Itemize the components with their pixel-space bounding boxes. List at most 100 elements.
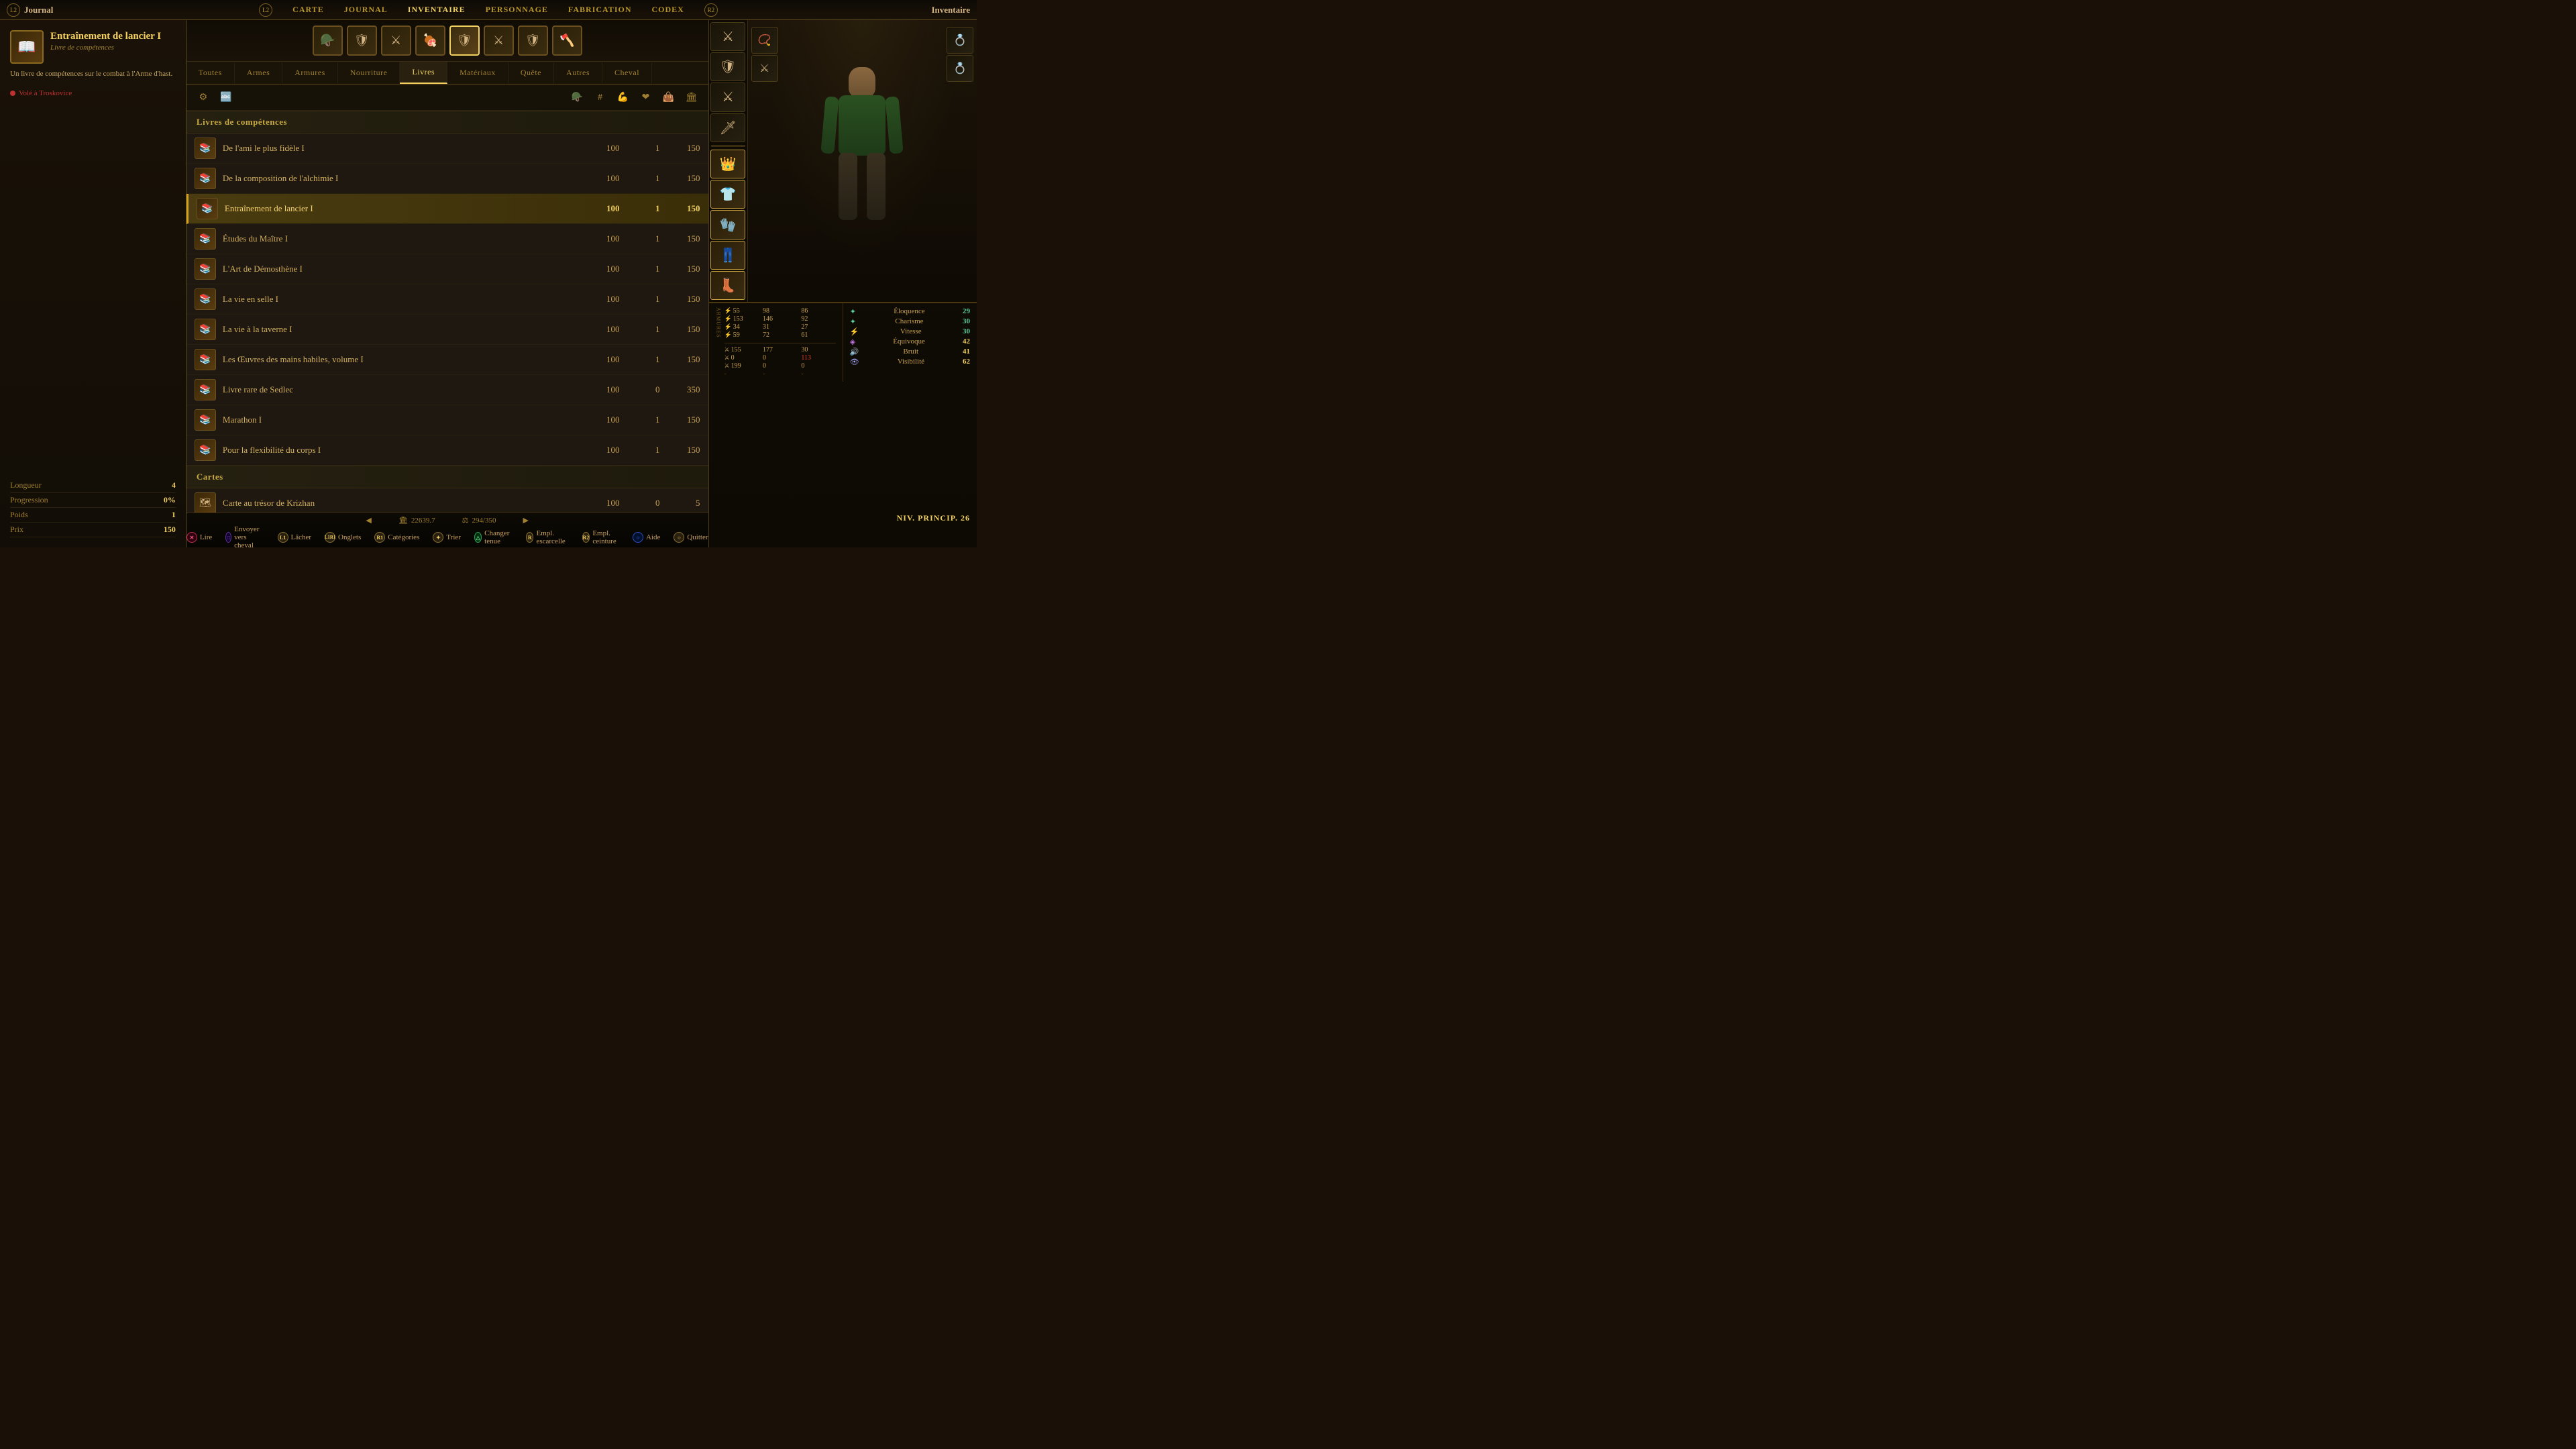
- right-panel-top: ⚔ 🛡 ⚔ 🗡 👑 👕 🧤 👖 👢: [709, 20, 977, 302]
- equip-slot-ring1[interactable]: 💍: [947, 27, 973, 54]
- action-categories[interactable]: R1 Catégories: [374, 532, 419, 543]
- table-row[interactable]: 📚 La vie à la taverne I 100 1 150: [186, 315, 708, 345]
- cat-shield-2[interactable]: 🛡: [449, 25, 480, 56]
- cat-helmet[interactable]: 🪖: [313, 25, 343, 56]
- table-row[interactable]: 📚 Pour la flexibilité du corps I 100 1 1…: [186, 435, 708, 466]
- top-bar-right: Inventaire: [931, 5, 970, 15]
- tab-armes[interactable]: Armes: [235, 62, 283, 83]
- table-row[interactable]: 📚 De la composition de l'alchimie I 100 …: [186, 164, 708, 194]
- sort-hash-icon[interactable]: #: [590, 89, 610, 106]
- equip-slot-hands[interactable]: 🧤: [710, 210, 745, 239]
- item-icon-2: 📚: [197, 198, 218, 219]
- item-icon: 📖: [10, 30, 44, 64]
- weight-icon: ⚖: [462, 516, 469, 525]
- table-row[interactable]: 📚 L'Art de Démosthène I 100 1 150: [186, 254, 708, 284]
- nav-fabrication[interactable]: FABRICATION: [568, 5, 632, 15]
- table-row[interactable]: 📚 Marathon I 100 1 150: [186, 405, 708, 435]
- attr-eloquence: ✦ Éloquence 29: [850, 307, 970, 316]
- cat-armor[interactable]: ⚔: [381, 25, 411, 56]
- armor-stats-panel: ARMURES ⚡55 98 86 ⚡153 146 92 ⚡34 31 27: [709, 303, 843, 382]
- equip-slot-0[interactable]: ⚔: [710, 22, 745, 51]
- quitter-button: ○: [674, 532, 684, 543]
- weapon-v2-r2: 0: [763, 354, 797, 362]
- equip-slot-neck[interactable]: 📿: [751, 27, 778, 54]
- equip-slot-legs[interactable]: 👖: [710, 241, 745, 270]
- action-escarcelle[interactable]: R Empl. escarcelle: [526, 529, 568, 545]
- tab-nourriture[interactable]: Nourriture: [338, 62, 400, 83]
- item-icon-3: 📚: [195, 228, 216, 250]
- equip-slot-ring2[interactable]: 💍: [947, 55, 973, 82]
- action-onglets[interactable]: L1R1 Onglets: [325, 532, 361, 543]
- location-dot: [10, 91, 15, 96]
- sort-helmet-icon[interactable]: 🪖: [568, 89, 588, 106]
- armor-v2-r3: 31: [763, 323, 797, 331]
- armor-v2-r2: 146: [763, 315, 797, 323]
- attributes-list: ✦ Éloquence 29 ✦ Charisme 30 ⚡ Vitesse 3…: [850, 307, 970, 366]
- armor-v1-r4: ⚡59: [724, 331, 759, 339]
- character-silhouette: [815, 67, 909, 255]
- section-livres-competences: Livres de compétences: [186, 111, 708, 133]
- tab-cheval[interactable]: Cheval: [602, 62, 652, 83]
- nav-journal[interactable]: JOURNAL: [344, 5, 388, 15]
- armor-v3-r4: 61: [801, 331, 835, 339]
- inventory-list: Livres de compétences 📚 De l'ami le plus…: [186, 111, 708, 513]
- armures-label: ARMURES: [716, 307, 722, 378]
- action-changer-tenue[interactable]: △ Changer tenue: [474, 529, 513, 545]
- equip-slot-extra[interactable]: ⚔: [751, 55, 778, 82]
- tab-armures[interactable]: Armures: [282, 62, 338, 83]
- armor-v2-r1: 98: [763, 307, 797, 315]
- item-icon-carte-0: 🗺: [195, 492, 216, 513]
- left-panel: 📖 Entraînement de lancier I Livre de com…: [0, 20, 186, 547]
- sort-bag-icon[interactable]: 👜: [659, 89, 679, 106]
- table-row[interactable]: 📚 Les Œuvres des mains habiles, volume I…: [186, 345, 708, 375]
- equip-slot-feet[interactable]: 👢: [710, 271, 745, 300]
- tab-materiaux[interactable]: Matériaux: [447, 62, 508, 83]
- item-header: 📖 Entraînement de lancier I Livre de com…: [10, 30, 176, 64]
- cat-axe[interactable]: 🪓: [552, 25, 582, 56]
- char-leg-right: [867, 153, 885, 220]
- arrow-left[interactable]: ◀: [366, 516, 371, 525]
- equip-slot-head[interactable]: 👑: [710, 150, 745, 178]
- item-icon-1: 📚: [195, 168, 216, 189]
- cat-sword-2[interactable]: ⚔: [484, 25, 514, 56]
- sort-heart-icon[interactable]: ❤: [636, 89, 656, 106]
- table-row[interactable]: 📚 Études du Maître I 100 1 150: [186, 224, 708, 254]
- weight-display: ⚖ 294/350: [462, 516, 496, 525]
- tab-quete[interactable]: Quête: [508, 62, 554, 83]
- nav-inventaire[interactable]: INVENTAIRE: [408, 5, 466, 15]
- r1-button: R1: [374, 532, 385, 543]
- cat-shield-3[interactable]: 🛡: [518, 25, 548, 56]
- action-ceinture[interactable]: R2 Empl. ceinture: [582, 529, 619, 545]
- filter-icon[interactable]: ⚙: [193, 89, 213, 106]
- equip-slot-1[interactable]: 🛡: [710, 52, 745, 81]
- tab-livres[interactable]: Livres: [400, 62, 447, 84]
- equip-slot-3[interactable]: 🗡: [710, 113, 745, 142]
- table-row[interactable]: 🗺 Carte au trésor de Krizhan 100 0 5: [186, 488, 708, 513]
- action-quitter[interactable]: ○ Quitter: [674, 532, 708, 543]
- action-envoyer-cheval[interactable]: □ Envoyer vers cheval: [225, 525, 264, 549]
- equip-slot-body[interactable]: 👕: [710, 180, 745, 209]
- tab-autres[interactable]: Autres: [554, 62, 602, 83]
- table-row-selected[interactable]: 📚 Entraînement de lancier I 100 1 150: [186, 194, 708, 224]
- nav-codex[interactable]: CODEX: [651, 5, 684, 15]
- nav-personnage[interactable]: PERSONNAGE: [486, 5, 548, 15]
- table-row[interactable]: 📚 De l'ami le plus fidèle I 100 1 150: [186, 133, 708, 164]
- weapon-v2-r1: 177: [763, 346, 797, 354]
- equip-slot-2[interactable]: ⚔: [710, 83, 745, 111]
- cat-shoulder[interactable]: 🛡: [347, 25, 377, 56]
- sort-coin-icon[interactable]: 🏛: [682, 89, 702, 106]
- item-icon-8: 📚: [195, 379, 216, 400]
- tab-toutes[interactable]: Toutes: [186, 62, 235, 83]
- action-lire[interactable]: ✕ Lire: [186, 532, 212, 543]
- sort-row: ⚙ 🔤 🪖 # 💪 ❤ 👜 🏛: [186, 85, 708, 111]
- cat-food[interactable]: 🍖: [415, 25, 445, 56]
- arrow-right[interactable]: ▶: [523, 516, 529, 525]
- nav-carte[interactable]: CARTE: [292, 5, 324, 15]
- action-trier[interactable]: ✦ Trier: [433, 532, 461, 543]
- action-lacher[interactable]: L1 Lâcher: [278, 532, 312, 543]
- table-row[interactable]: 📚 La vie en selle I 100 1 150: [186, 284, 708, 315]
- table-row[interactable]: 📚 Livre rare de Sedlec 100 0 350: [186, 375, 708, 405]
- action-aide[interactable]: ○ Aide: [633, 532, 660, 543]
- sort-strength-icon[interactable]: 💪: [613, 89, 633, 106]
- sort-alpha-icon[interactable]: 🔤: [216, 89, 236, 106]
